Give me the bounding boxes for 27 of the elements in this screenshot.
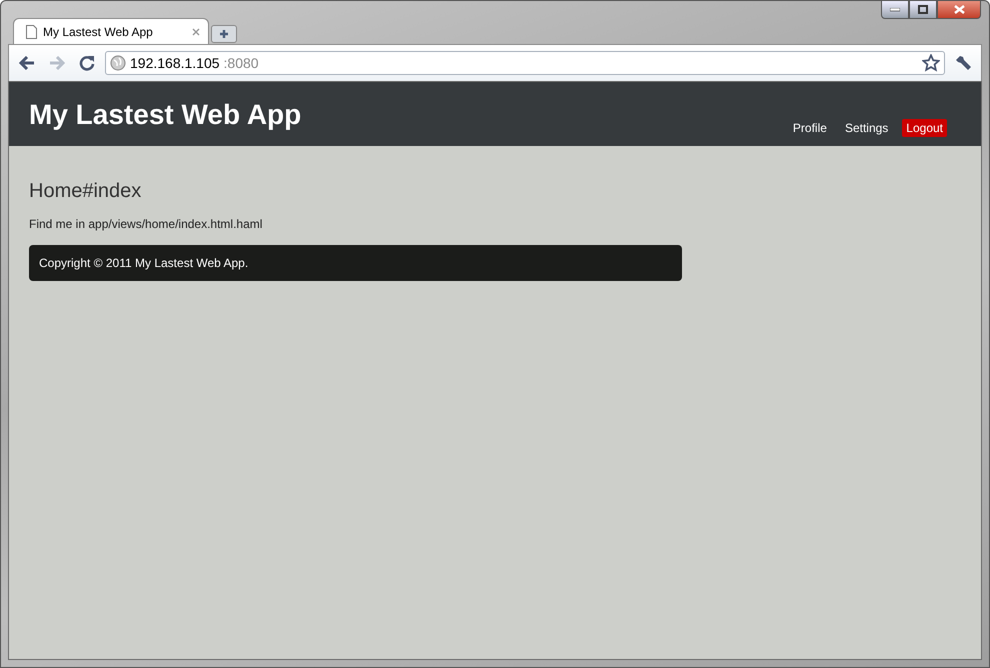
close-icon (954, 5, 964, 14)
close-tab-icon[interactable] (192, 28, 200, 36)
close-button[interactable] (937, 0, 981, 19)
forward-arrow-icon (49, 56, 65, 70)
copyright-footer: Copyright © 2011 My Lastest Web App. (29, 245, 682, 281)
new-tab-button[interactable] (211, 25, 237, 43)
globe-icon (110, 55, 126, 71)
nav-link[interactable]: Settings (840, 119, 892, 137)
page-icon (26, 24, 37, 38)
back-arrow-icon (19, 56, 35, 70)
maximize-button[interactable] (909, 0, 937, 19)
browser-tab[interactable]: My Lastest Web App (13, 18, 209, 44)
app-title: My Lastest Web App (29, 99, 302, 131)
nav-link[interactable]: Profile (788, 119, 831, 137)
url-port: :8080 (224, 55, 259, 71)
minimize-button[interactable] (881, 0, 909, 19)
wrench-icon (954, 54, 972, 72)
reload-icon (79, 55, 95, 71)
star-icon[interactable] (922, 54, 940, 72)
url-host: 192.168.1.105 (130, 55, 220, 71)
address-bar[interactable]: 192.168.1.105 :8080 (105, 51, 945, 75)
page-heading: Home#index (29, 180, 142, 203)
minimize-icon (890, 8, 900, 12)
page-text: Find me in app/views/home/index.html.haml (29, 217, 264, 231)
nav-link[interactable]: Logout (902, 119, 947, 137)
plus-icon (219, 29, 229, 39)
maximize-icon (918, 5, 928, 14)
